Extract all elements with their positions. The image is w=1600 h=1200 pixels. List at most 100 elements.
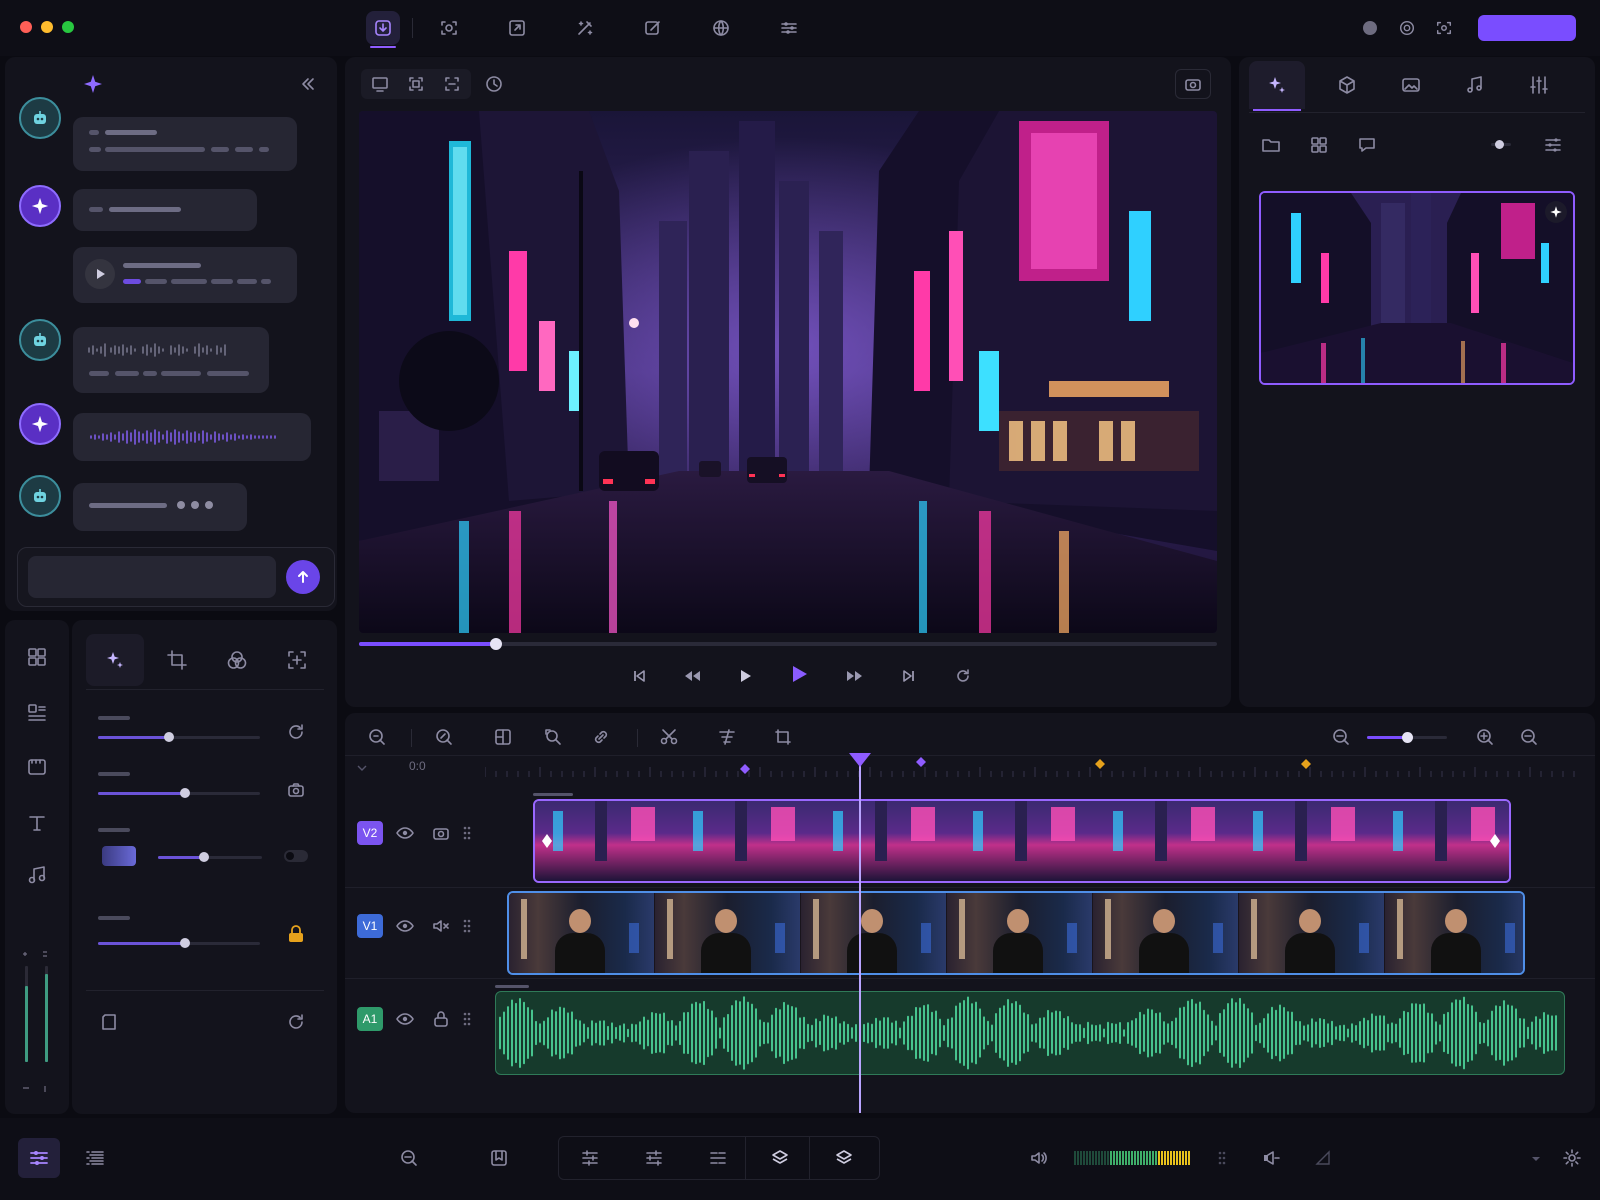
v1-video-clip[interactable] [507,891,1525,975]
split-icon[interactable] [493,727,513,747]
collapse-panel-icon[interactable] [299,75,317,93]
chevron-down-icon[interactable] [355,761,369,775]
monitor-icon[interactable] [371,75,389,93]
zoom-out-icon[interactable] [1331,727,1351,747]
preview-button[interactable] [1390,11,1424,45]
record-indicator[interactable] [1363,21,1377,35]
minimize-window-button[interactable] [41,21,53,33]
comment-icon[interactable] [1357,135,1377,155]
zoom-select-icon[interactable] [434,727,454,747]
eye-icon[interactable] [395,1009,415,1029]
lock-icon[interactable] [431,1009,451,1029]
edit-tool-button[interactable] [636,11,670,45]
zoom-out-button[interactable] [388,1138,430,1178]
fit-icon[interactable] [443,75,461,93]
reset-icon[interactable] [286,722,306,742]
export-tool-button[interactable] [500,11,534,45]
fast-forward-button[interactable] [841,662,869,690]
tab-ai-magic[interactable] [1249,61,1305,111]
eye-icon[interactable] [395,916,415,936]
magic-cut-icon[interactable] [717,727,737,747]
keyframe-marker[interactable] [916,757,926,767]
track-label-v1[interactable]: V1 [357,914,383,938]
drag-handle-icon[interactable] [461,823,473,843]
magic-edit-tool-button[interactable] [568,11,602,45]
reset-icon[interactable] [286,1012,306,1032]
capture-button[interactable] [1427,11,1461,45]
send-message-button[interactable] [286,560,320,594]
color-swatch[interactable] [102,846,136,866]
scan-tool-button[interactable] [432,11,466,45]
play-button[interactable] [731,662,759,690]
bookmark-button[interactable] [478,1138,520,1178]
camera-lock-icon[interactable] [286,780,306,800]
maximize-window-button[interactable] [62,21,74,33]
skip-to-start-button[interactable] [625,662,653,690]
clip-end-keyframe[interactable] [1489,833,1501,849]
tab-mixer[interactable] [1511,61,1567,109]
grid-view-icon[interactable] [1309,135,1329,155]
import-tool-button[interactable] [366,11,400,48]
signal-button[interactable] [1302,1138,1344,1178]
tab-magic[interactable] [86,634,144,686]
settings-button[interactable] [1554,1138,1590,1178]
playhead[interactable] [849,753,871,1113]
rewind-button[interactable] [678,662,706,690]
text-tool-button[interactable] [24,810,50,836]
audio-tool-button[interactable] [24,862,50,888]
time-ruler[interactable] [485,757,1585,783]
video-preview-frame[interactable] [359,111,1217,633]
cut-icon[interactable] [659,727,679,747]
zoom-in-icon[interactable] [1475,727,1495,747]
eye-icon[interactable] [395,823,415,843]
mode-align-button[interactable] [569,1138,611,1178]
close-window-button[interactable] [20,21,32,33]
globe-tool-button[interactable] [704,11,738,45]
skip-to-end-button[interactable] [895,662,923,690]
thumbnail-size-slider[interactable] [1491,140,1511,149]
speaker-output-button[interactable] [1250,1138,1292,1178]
timeline-zoom-slider[interactable] [1367,732,1447,743]
link-icon[interactable] [591,727,611,747]
track-label-a1[interactable]: A1 [357,1007,383,1031]
tab-3d-objects[interactable] [1319,61,1375,109]
adjust-tool-button[interactable] [772,11,806,45]
fit-timeline-icon[interactable] [1519,727,1539,747]
play-preview-button[interactable] [785,660,813,688]
list-view-button[interactable] [74,1138,116,1178]
playhead-handle[interactable] [848,753,872,769]
layers-button[interactable] [759,1138,801,1178]
grid-tool-button[interactable] [24,644,50,670]
v2-video-clip[interactable] [533,799,1511,883]
stack-button[interactable] [823,1138,865,1178]
mode-flow-button[interactable] [697,1138,739,1178]
copy-icon[interactable] [98,1012,120,1034]
chat-input[interactable] [28,556,276,598]
a1-audio-clip[interactable] [495,991,1565,1075]
clip-start-keyframe[interactable] [541,833,553,849]
export-cta-button[interactable] [1478,15,1576,41]
tab-images[interactable] [1383,61,1439,109]
media-thumbnail-selected[interactable] [1259,191,1575,385]
drag-handle-icon[interactable] [461,1009,473,1029]
blend-toggle[interactable] [284,850,308,862]
tab-transform[interactable] [268,634,326,686]
media-library-button[interactable] [24,754,50,780]
mode-distribute-button[interactable] [633,1138,675,1178]
trim-icon[interactable] [773,727,793,747]
ai-enhance-badge[interactable] [1545,201,1567,223]
keyframe-marker[interactable] [1095,759,1105,769]
drag-handle-icon[interactable] [461,916,473,936]
drag-handle-icon[interactable] [1216,1148,1228,1168]
select-tool-icon[interactable] [367,727,387,747]
clock-icon[interactable] [485,75,503,93]
tab-color-blend[interactable] [208,634,266,686]
filter-icon[interactable] [1543,135,1563,155]
lock-icon[interactable] [286,924,306,944]
camera-icon[interactable] [431,823,451,843]
play-audio-button[interactable] [85,259,115,289]
playback-scrubber[interactable] [359,638,1217,650]
tab-music[interactable] [1447,61,1503,109]
loop-button[interactable] [949,662,977,690]
layout-tool-button[interactable] [24,700,50,726]
